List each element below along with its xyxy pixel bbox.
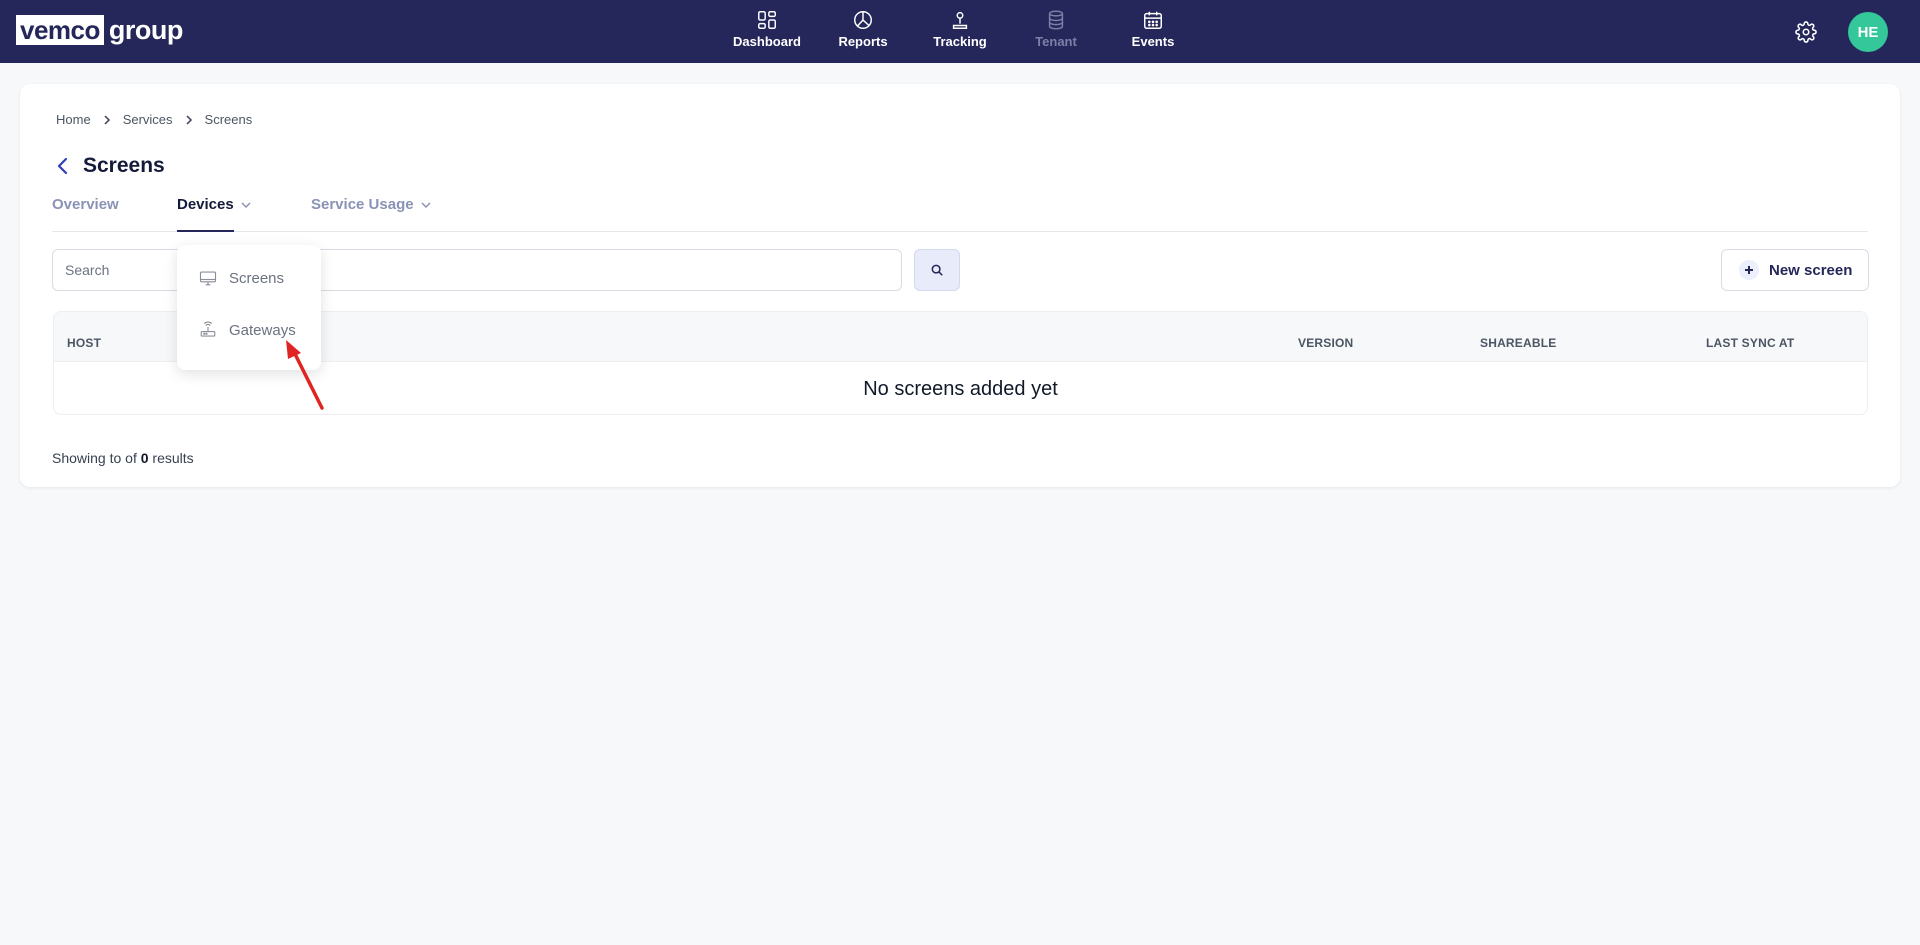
gear-icon[interactable]	[1795, 21, 1817, 43]
nav-item-events[interactable]: Events	[1105, 9, 1201, 55]
pagination-prefix: Showing to of	[52, 450, 137, 466]
menu-item-screens[interactable]: Screens	[177, 258, 321, 298]
plus-icon	[1739, 260, 1759, 280]
column-header-shareable[interactable]: SHAREABLE	[1480, 336, 1556, 350]
breadcrumb-screens: Screens	[204, 112, 253, 127]
back-arrow-icon[interactable]	[55, 156, 71, 176]
brand-logo[interactable]: vemco group	[16, 15, 183, 45]
nav-item-tracking[interactable]: Tracking	[912, 9, 1008, 55]
tab-service-usage[interactable]: Service Usage	[311, 196, 432, 232]
logo-text: group	[108, 15, 183, 45]
gateway-icon	[200, 321, 216, 337]
breadcrumb-services[interactable]: Services	[123, 112, 173, 127]
devices-dropdown-menu: Screens Gateways	[177, 245, 321, 370]
table-header: HOST VERSION SHAREABLE LAST SYNC AT	[54, 312, 1867, 362]
menu-item-label: Gateways	[229, 321, 296, 339]
tab-label: Service Usage	[311, 196, 414, 213]
menu-item-gateways[interactable]: Gateways	[177, 310, 321, 350]
tab-devices[interactable]: Devices	[177, 196, 252, 232]
screens-table: HOST VERSION SHAREABLE LAST SYNC AT No s…	[53, 311, 1868, 415]
title-row: Screens	[55, 154, 165, 178]
avatar[interactable]: HE	[1848, 12, 1888, 52]
chevron-down-icon	[421, 202, 431, 209]
empty-state-message: No screens added yet	[863, 377, 1058, 400]
pie-chart-icon	[854, 11, 872, 29]
pagination-suffix: results	[152, 450, 194, 466]
search-icon	[931, 264, 943, 276]
chevron-down-icon	[241, 202, 251, 209]
calendar-icon	[1144, 11, 1162, 29]
tab-bar: Overview Devices Service Usage	[52, 182, 1868, 232]
column-header-last-sync-at[interactable]: LAST SYNC AT	[1706, 336, 1794, 350]
nav-label: Dashboard	[733, 34, 801, 49]
tab-label: Overview	[52, 196, 119, 213]
monitor-icon	[199, 271, 217, 286]
column-header-host[interactable]: HOST	[67, 336, 101, 350]
menu-item-label: Screens	[229, 269, 285, 287]
logo-box-text: vemco	[16, 15, 104, 45]
top-navigation-bar: vemco group Dashboard Reports Tracking T…	[0, 0, 1920, 63]
database-icon	[1048, 10, 1064, 30]
nav-item-reports[interactable]: Reports	[815, 9, 911, 55]
chevron-right-icon	[186, 114, 192, 125]
tab-overview[interactable]: Overview	[52, 196, 119, 232]
active-tab-indicator	[177, 230, 234, 232]
new-screen-button[interactable]: New screen	[1721, 249, 1869, 291]
pagination-summary: Showing to of 0 results	[52, 450, 194, 466]
page-title: Screens	[83, 154, 165, 177]
chevron-right-icon	[104, 114, 110, 125]
nav-item-dashboard[interactable]: Dashboard	[719, 9, 815, 55]
new-screen-label: New screen	[1769, 261, 1853, 279]
tab-label: Devices	[177, 196, 234, 213]
nav-label: Events	[1131, 34, 1175, 49]
location-pin-icon	[952, 11, 968, 29]
breadcrumb: Home Services Screens	[56, 112, 252, 127]
nav-label: Tenant	[1035, 34, 1077, 49]
pagination-count: 0	[140, 450, 149, 466]
column-header-version[interactable]: VERSION	[1298, 336, 1353, 350]
breadcrumb-home[interactable]: Home	[56, 112, 91, 127]
dashboard-icon	[758, 11, 776, 29]
nav-label: Tracking	[933, 34, 987, 49]
nav-item-tenant: Tenant	[1008, 9, 1104, 55]
search-button[interactable]	[914, 249, 960, 291]
nav-label: Reports	[838, 34, 888, 49]
